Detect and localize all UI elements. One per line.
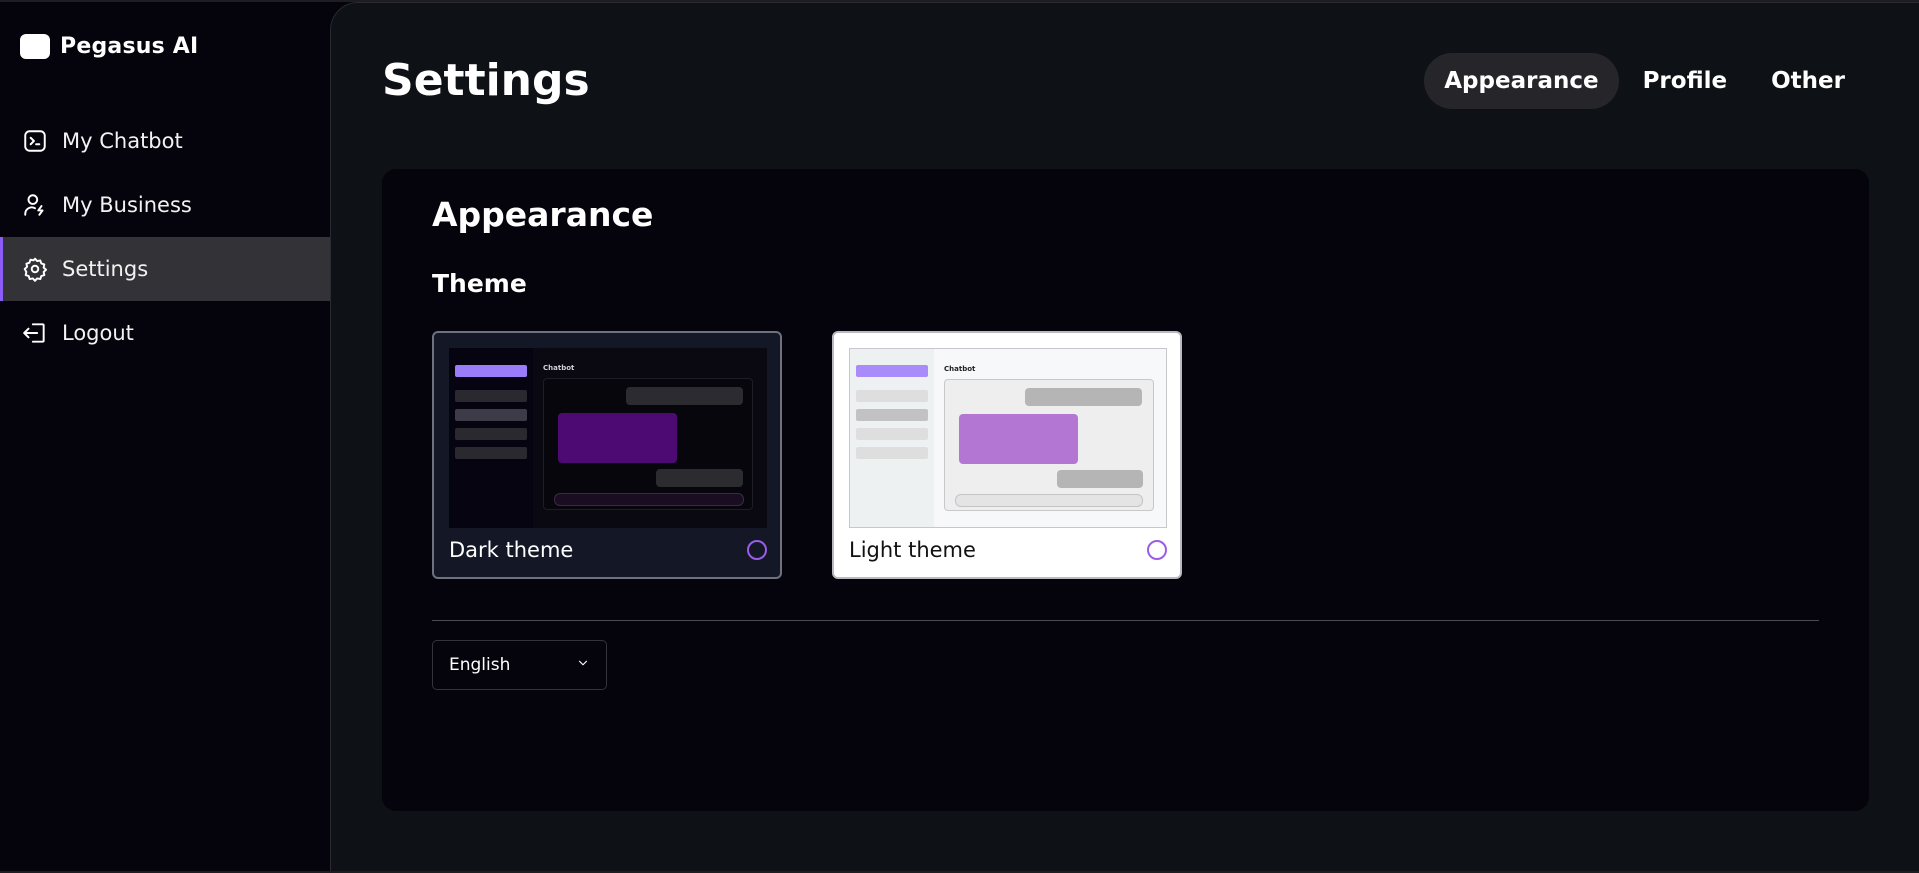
preview-bar <box>455 428 527 440</box>
preview-bar <box>455 447 527 459</box>
preview-bubble <box>656 469 743 487</box>
preview-bar <box>856 365 928 377</box>
user-bolt-icon <box>22 192 48 218</box>
sidebar-item-settings[interactable]: Settings <box>0 237 330 301</box>
preview-input <box>955 494 1143 507</box>
preview-bubble <box>1057 470 1143 488</box>
panel-title: Appearance <box>432 195 654 234</box>
preview-bubble <box>558 413 677 463</box>
preview-bubble <box>626 387 743 405</box>
tab-other[interactable]: Other <box>1751 53 1865 109</box>
sidebar-nav: My Chatbot My Business Settings Logout <box>0 109 330 365</box>
tab-appearance[interactable]: Appearance <box>1424 53 1619 109</box>
preview-title: Chatbot <box>944 365 976 373</box>
dark-theme-card[interactable]: Chatbot Dark theme <box>432 331 782 579</box>
preview-bar <box>455 365 527 377</box>
sidebar-item-my-business[interactable]: My Business <box>0 173 330 237</box>
brand-name: Pegasus AI <box>60 33 199 59</box>
preview-chat <box>944 379 1154 511</box>
chevron-down-icon <box>576 655 590 675</box>
light-theme-radio[interactable] <box>1147 540 1167 560</box>
appearance-panel: Appearance Theme Chatbot Dark theme Chat… <box>382 169 1869 811</box>
divider <box>432 620 1819 621</box>
dark-theme-label: Dark theme <box>449 538 574 562</box>
light-theme-label: Light theme <box>849 538 976 562</box>
main-content: Settings Appearance Profile Other Appear… <box>330 2 1919 871</box>
sidebar-item-my-chatbot[interactable]: My Chatbot <box>0 109 330 173</box>
dark-theme-preview: Chatbot <box>449 348 767 528</box>
preview-bar <box>856 390 928 402</box>
preview-title: Chatbot <box>543 364 575 372</box>
preview-bar <box>455 409 527 421</box>
dark-theme-radio[interactable] <box>747 540 767 560</box>
light-theme-preview: Chatbot <box>849 348 1167 528</box>
logout-icon <box>22 320 48 346</box>
sidebar-item-logout[interactable]: Logout <box>0 301 330 365</box>
preview-bubble <box>1025 388 1142 406</box>
terminal-icon <box>22 128 48 154</box>
preview-bar <box>856 447 928 459</box>
app-window: Pegasus AI My Chatbot My Business Settin… <box>0 2 1919 871</box>
sidebar-item-label: My Business <box>62 193 192 217</box>
brand[interactable]: Pegasus AI <box>20 31 198 61</box>
tab-profile[interactable]: Profile <box>1623 53 1748 109</box>
page-title: Settings <box>382 55 590 106</box>
gear-icon <box>22 256 48 282</box>
sidebar-item-label: Settings <box>62 257 149 281</box>
preview-bar <box>856 428 928 440</box>
preview-bar <box>856 409 928 421</box>
preview-sidebar <box>449 348 533 528</box>
sidebar: Pegasus AI My Chatbot My Business Settin… <box>0 2 330 871</box>
preview-input <box>554 493 744 506</box>
light-theme-card[interactable]: Chatbot Light theme <box>832 331 1182 579</box>
theme-section-title: Theme <box>432 269 527 298</box>
language-select[interactable]: English <box>432 640 607 690</box>
sidebar-item-label: Logout <box>62 321 134 345</box>
settings-tabs: Appearance Profile Other <box>1424 53 1865 109</box>
preview-bar <box>455 390 527 402</box>
logo-icon <box>20 33 50 59</box>
preview-bubble <box>959 414 1078 464</box>
sidebar-item-label: My Chatbot <box>62 129 183 153</box>
language-select-value: English <box>449 655 511 675</box>
preview-sidebar <box>850 349 934 527</box>
preview-chat <box>543 378 753 510</box>
